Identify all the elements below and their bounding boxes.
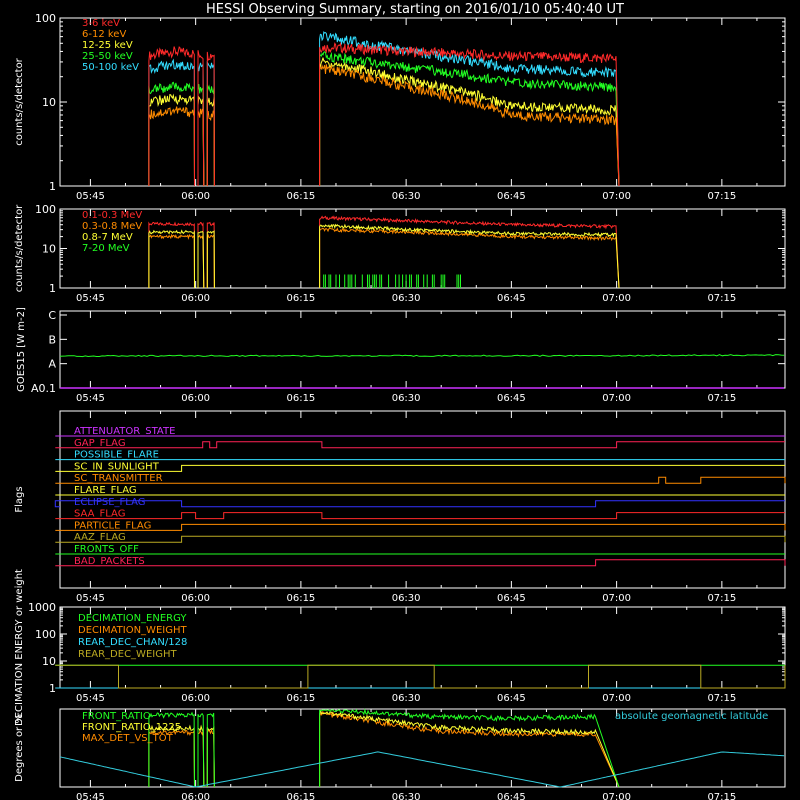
legend-entry: POSSIBLE_FLARE — [74, 450, 159, 461]
x-tick-label: 05:45 — [76, 191, 105, 202]
legend-entry: FLARE_FLAG — [74, 485, 137, 496]
x-tick-label: 06:30 — [392, 191, 421, 202]
legend-entry: PARTICLE_FLAG — [74, 520, 151, 531]
legend-entry: 50-100 keV — [82, 62, 139, 73]
y-tick-label: 1000 — [28, 601, 56, 614]
x-tick-label: 06:15 — [286, 393, 315, 404]
x-tick-label: 06:30 — [392, 393, 421, 404]
legend-entry: SAA_FLAG — [74, 509, 125, 520]
y-tick-label: 1 — [49, 682, 56, 695]
legend-entry: MAX_DET_VS_TOT — [82, 733, 174, 744]
x-tick-label: 05:45 — [76, 293, 105, 304]
x-tick-label: 07:15 — [707, 293, 736, 304]
x-tick-label: 07:15 — [707, 792, 736, 800]
x-tick-label: 06:15 — [286, 792, 315, 800]
x-tick-label: 06:45 — [497, 191, 526, 202]
legend-entry: FRONTS_OFF — [74, 544, 139, 555]
legend-entry: FRONT_RATIO_1225 — [82, 722, 181, 733]
x-tick-label: 06:45 — [497, 593, 526, 604]
x-tick-label: 07:00 — [602, 393, 631, 404]
x-tick-label: 07:00 — [602, 693, 631, 704]
x-tick-label: 06:45 — [497, 293, 526, 304]
legend-entry: 6-12 keV — [82, 29, 126, 40]
x-tick-label: 06:45 — [497, 792, 526, 800]
legend-entry: SC_IN_SUNLIGHT — [74, 461, 160, 472]
chart-title: HESSI Observing Summary, starting on 201… — [206, 2, 624, 17]
x-tick-label: 06:00 — [181, 693, 210, 704]
y-tick-label: 100 — [35, 628, 56, 641]
x-tick-label: 06:00 — [181, 393, 210, 404]
legend-entry: 0.3-0.8 MeV — [82, 221, 142, 232]
legend-entry: ECLIPSE_FLAG — [74, 497, 145, 508]
y-axis-label: DECIMATION ENERGY or weight — [14, 569, 25, 726]
y-tick-label: C — [48, 309, 56, 322]
legend-entry: REAR_DEC_CHAN/128 — [78, 637, 187, 648]
x-tick-label: 06:45 — [497, 393, 526, 404]
y-tick-label: 10 — [42, 243, 56, 256]
legend-entry: GAP_FLAG — [74, 438, 126, 449]
x-tick-label: 07:00 — [602, 293, 631, 304]
y-axis-label: counts/s/detector — [14, 204, 25, 292]
legend-entry: DECIMATION_WEIGHT — [78, 625, 187, 636]
legend-entry: 3-6 keV — [82, 18, 120, 29]
x-tick-label: 06:30 — [392, 693, 421, 704]
x-tick-label: 07:15 — [707, 693, 736, 704]
legend-entry: BAD_PACKETS — [74, 556, 145, 567]
x-tick-label: 06:15 — [286, 191, 315, 202]
legend-entry: 25-50 keV — [82, 51, 133, 62]
x-tick-label: 05:45 — [76, 593, 105, 604]
x-tick-label: 05:45 — [76, 693, 105, 704]
x-tick-label: 06:45 — [497, 693, 526, 704]
legend-entry: absolute geomagnetic latitude — [615, 711, 768, 722]
x-tick-label: 06:00 — [181, 293, 210, 304]
legend-entry: FRONT_RATIO — [82, 711, 151, 722]
x-tick-label: 07:00 — [602, 191, 631, 202]
y-tick-label: A — [48, 358, 56, 371]
x-tick-label: 07:00 — [602, 792, 631, 800]
y-tick-label: 10 — [42, 655, 56, 668]
y-tick-label: 10 — [42, 96, 56, 109]
legend-entry: 12-25 keV — [82, 40, 133, 51]
y-axis-label: GOES15 [W m-2] — [16, 307, 27, 392]
x-tick-label: 05:45 — [76, 792, 105, 800]
x-tick-label: 07:15 — [707, 393, 736, 404]
y-axis-label: Flags — [14, 486, 25, 512]
hessi-summary-figure: HESSI Observing Summary, starting on 201… — [0, 0, 800, 800]
legend-entry: 0.1-0.3 MeV — [82, 210, 142, 221]
legend-entry: ATTENUATOR_STATE — [74, 426, 175, 437]
x-tick-label: 06:00 — [181, 191, 210, 202]
x-tick-label: 06:30 — [392, 293, 421, 304]
legend-entry: SC_TRANSMITTER — [74, 473, 163, 484]
x-tick-label: 06:30 — [392, 792, 421, 800]
x-tick-label: 07:15 — [707, 191, 736, 202]
x-tick-label: 06:15 — [286, 293, 315, 304]
legend-entry: 0.8-7 MeV — [82, 232, 133, 243]
x-tick-label: 06:15 — [286, 593, 315, 604]
y-tick-label: 100 — [35, 203, 56, 216]
legend-entry: REAR_DEC_WEIGHT — [78, 649, 177, 660]
legend-entry: AAZ_FLAG — [74, 532, 126, 543]
x-tick-label: 05:45 — [76, 393, 105, 404]
y-tick-label: 100 — [35, 12, 56, 25]
y-tick-label: 1 — [49, 282, 56, 295]
x-tick-label: 07:15 — [707, 593, 736, 604]
y-tick-label: A0.1 — [31, 382, 56, 395]
legend-entry: 7-20 MeV — [82, 243, 130, 254]
x-tick-label: 06:00 — [181, 593, 210, 604]
y-axis-label: counts/s/detector — [14, 57, 25, 145]
x-tick-label: 07:00 — [602, 593, 631, 604]
x-tick-label: 06:30 — [392, 593, 421, 604]
x-tick-label: 06:15 — [286, 693, 315, 704]
y-axis-label: Degrees or % — [14, 714, 25, 782]
y-tick-label: B — [48, 333, 56, 346]
legend-entry: DECIMATION_ENERGY — [78, 613, 187, 624]
x-tick-label: 06:00 — [181, 792, 210, 800]
y-tick-label: 1 — [49, 180, 56, 193]
